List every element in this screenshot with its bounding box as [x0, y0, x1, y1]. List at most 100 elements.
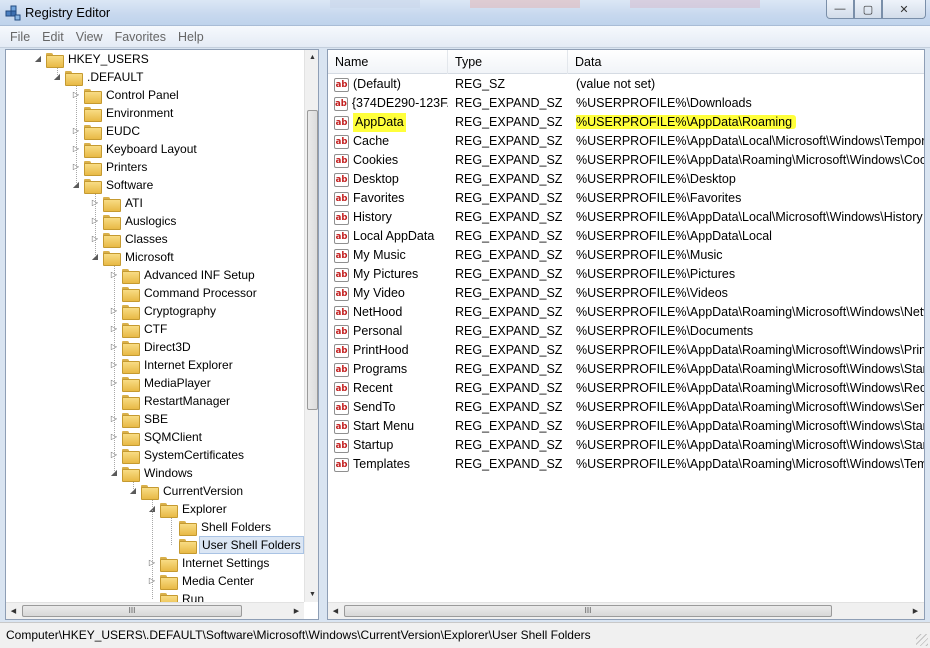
menu-edit[interactable]: Edit — [36, 30, 70, 44]
list-item[interactable]: ab History REG_EXPAND_SZ %USERPROFILE%\AppD… — [328, 208, 924, 227]
tree-node-label: HKEY_USERS — [68, 52, 149, 66]
value-data: %USERPROFILE%\AppData\Roaming\Microsoft\… — [576, 305, 925, 319]
tree-node[interactable]: ◢ HKEY_USERS — [32, 50, 151, 68]
value-name: Templates — [353, 457, 410, 471]
string-value-icon: ab — [334, 438, 349, 453]
tree-node[interactable]: ◢ .DEFAULT — [51, 68, 145, 86]
scroll-grip-icon: III — [584, 606, 592, 615]
menu-view[interactable]: View — [70, 30, 109, 44]
tree-node-label: User Shell Folders — [199, 536, 304, 554]
scroll-left-icon[interactable]: ◀ — [328, 603, 343, 619]
list-item[interactable]: ab Startup REG_EXPAND_SZ %USERPROFILE%\AppD… — [328, 436, 924, 455]
scroll-right-icon[interactable]: ▶ — [289, 603, 304, 619]
tree-node[interactable]: ◢ Software — [70, 176, 155, 194]
tree-node[interactable]: ◢ CurrentVersion — [127, 482, 245, 500]
list-item[interactable]: ab Favorites REG_EXPAND_SZ %USERPROFILE%\Fa… — [328, 189, 924, 208]
tree-node[interactable]: User Shell Folders — [165, 536, 304, 554]
minimize-button[interactable]: — — [826, 0, 854, 19]
value-data-cell: %USERPROFILE%\AppData\Roaming\Microsoft\… — [576, 360, 924, 379]
maximize-button[interactable]: ▢ — [854, 0, 882, 19]
tree-node[interactable]: ▷ CTF — [108, 320, 169, 338]
tree-horizontal-scrollbar[interactable]: ◀ III ▶ — [6, 602, 304, 619]
tree-node[interactable]: ▷ Keyboard Layout — [70, 140, 199, 158]
column-header-type[interactable]: Type — [448, 50, 568, 74]
tree-node[interactable]: ◢ Windows — [108, 464, 195, 482]
folder-icon — [122, 412, 140, 428]
key-tree-pane[interactable]: ◢ HKEY_USERS ◢ .DEFAULT ▷ Control Panel Enviro… — [5, 49, 319, 620]
list-item[interactable]: ab (Default) REG_SZ (value not set) — [328, 75, 924, 94]
tree-node[interactable]: RestartManager — [108, 392, 232, 410]
tree-node[interactable]: ▷ Advanced INF Setup — [108, 266, 257, 284]
tree-scroll-thumb[interactable] — [307, 110, 318, 410]
list-item[interactable]: ab My Video REG_EXPAND_SZ %USERPROFILE%\Vid… — [328, 284, 924, 303]
tree-node[interactable]: ▷ Internet Explorer — [108, 356, 235, 374]
tree-node[interactable]: ◢ Microsoft — [89, 248, 176, 266]
list-item[interactable]: ab Recent REG_EXPAND_SZ %USERPROFILE%\AppDa… — [328, 379, 925, 398]
list-hscroll-thumb[interactable]: III — [344, 605, 832, 617]
registry-editor-icon — [5, 5, 21, 21]
string-value-icon: ab — [334, 229, 349, 244]
tree-node[interactable]: ▷ Internet Settings — [146, 554, 271, 572]
tree-node[interactable]: Command Processor — [108, 284, 259, 302]
pane-splitter[interactable] — [319, 49, 327, 620]
resize-grip-icon[interactable] — [916, 634, 928, 646]
folder-icon — [46, 52, 64, 68]
list-item[interactable]: ab Cache REG_EXPAND_SZ %USERPROFILE%\AppDat… — [328, 132, 924, 151]
list-item[interactable]: ab AppData REG_EXPAND_SZ %USERPROFILE%\AppD… — [328, 113, 924, 132]
tree-node[interactable]: ▷ EUDC — [70, 122, 142, 140]
list-item[interactable]: ab Start Menu REG_EXPAND_SZ %USERPROFILE%\A… — [328, 417, 924, 436]
scroll-down-icon[interactable]: ▼ — [305, 587, 318, 602]
menu-file[interactable]: File — [4, 30, 36, 44]
tree-node[interactable]: ▷ Printers — [70, 158, 149, 176]
scroll-up-icon[interactable]: ▲ — [305, 50, 318, 65]
list-item[interactable]: ab PrintHood REG_EXPAND_SZ %USERPROFILE%\Ap… — [328, 341, 924, 360]
value-name: NetHood — [353, 305, 403, 319]
tree-node[interactable]: ◢ Explorer — [146, 500, 229, 518]
tree-node[interactable]: Environment — [70, 104, 175, 122]
value-data: %USERPROFILE%\AppData\Roaming\Microsoft\… — [576, 381, 925, 395]
tree-node[interactable]: ▷ Cryptography — [108, 302, 218, 320]
tree-node[interactable]: ▷ Control Panel — [70, 86, 181, 104]
tree-node[interactable]: Shell Folders — [165, 518, 273, 536]
tree-node[interactable]: ▷ SQMClient — [108, 428, 204, 446]
list-item[interactable]: ab Programs REG_EXPAND_SZ %USERPROFILE%\App… — [328, 360, 924, 379]
tree-node[interactable]: ▷ SBE — [108, 410, 170, 428]
menu-help[interactable]: Help — [172, 30, 210, 44]
tree-node[interactable]: ▷ ATI — [89, 194, 145, 212]
list-item[interactable]: ab Local AppData REG_EXPAND_SZ %USERPROFILE… — [328, 227, 924, 246]
menu-favorites[interactable]: Favorites — [109, 30, 172, 44]
list-item[interactable]: ab Cookies REG_EXPAND_SZ %USERPROFILE%\AppD… — [328, 151, 924, 170]
list-item[interactable]: ab NetHood REG_EXPAND_SZ %USERPROFILE%\AppD… — [328, 303, 925, 322]
tree-node[interactable]: ▷ Media Center — [146, 572, 256, 590]
scroll-left-icon[interactable]: ◀ — [6, 603, 21, 619]
tree-node[interactable]: ▷ MediaPlayer — [108, 374, 213, 392]
list-item[interactable]: ab My Pictures REG_EXPAND_SZ %USERPROFILE%\… — [328, 265, 924, 284]
column-header-data[interactable]: Data — [568, 50, 924, 74]
value-data: %USERPROFILE%\AppData\Roaming\Microsoft\… — [576, 400, 925, 414]
tree-node[interactable]: ▷ Auslogics — [89, 212, 178, 230]
column-header-name[interactable]: Name — [328, 50, 448, 74]
tree-vertical-scrollbar[interactable]: ▲ ▼ — [304, 50, 318, 602]
list-item[interactable]: ab SendTo REG_EXPAND_SZ %USERPROFILE%\AppDa… — [328, 398, 925, 417]
tree-node-label: Advanced INF Setup — [144, 268, 255, 282]
tree-node[interactable]: ▷ Direct3D — [108, 338, 193, 356]
list-horizontal-scrollbar[interactable]: ◀ III ▶ — [328, 602, 924, 619]
list-item[interactable]: ab Desktop REG_EXPAND_SZ %USERPROFILE%\Desk… — [328, 170, 924, 189]
close-button[interactable]: ✕ — [882, 0, 926, 19]
value-type: REG_EXPAND_SZ — [455, 286, 563, 300]
values-list-pane[interactable]: Name Type Data ab (Default) REG_SZ (value n… — [327, 49, 925, 620]
expanded-arrow-icon[interactable]: ◢ — [32, 50, 44, 68]
scroll-right-icon[interactable]: ▶ — [908, 603, 923, 619]
list-item[interactable]: ab Personal REG_EXPAND_SZ %USERPROFILE%\Doc… — [328, 322, 924, 341]
list-item[interactable]: ab Templates REG_EXPAND_SZ %USERPROFILE%\Ap… — [328, 455, 924, 474]
tree-node[interactable]: ▷ SystemCertificates — [108, 446, 246, 464]
folder-icon — [122, 268, 140, 284]
list-item[interactable]: ab My Music REG_EXPAND_SZ %USERPROFILE%\Mus… — [328, 246, 924, 265]
value-data: %USERPROFILE%\Documents — [576, 324, 754, 338]
tree-node[interactable]: ▷ Classes — [89, 230, 170, 248]
value-data-cell: %USERPROFILE%\AppData\Local — [576, 227, 924, 246]
tree-hscroll-thumb[interactable]: III — [22, 605, 242, 617]
tree-node-label: Printers — [106, 160, 148, 174]
window-controls: — ▢ ✕ — [826, 0, 926, 19]
list-item[interactable]: ab {374DE290-123F... REG_EXPAND_SZ %USERPRO… — [328, 94, 924, 113]
